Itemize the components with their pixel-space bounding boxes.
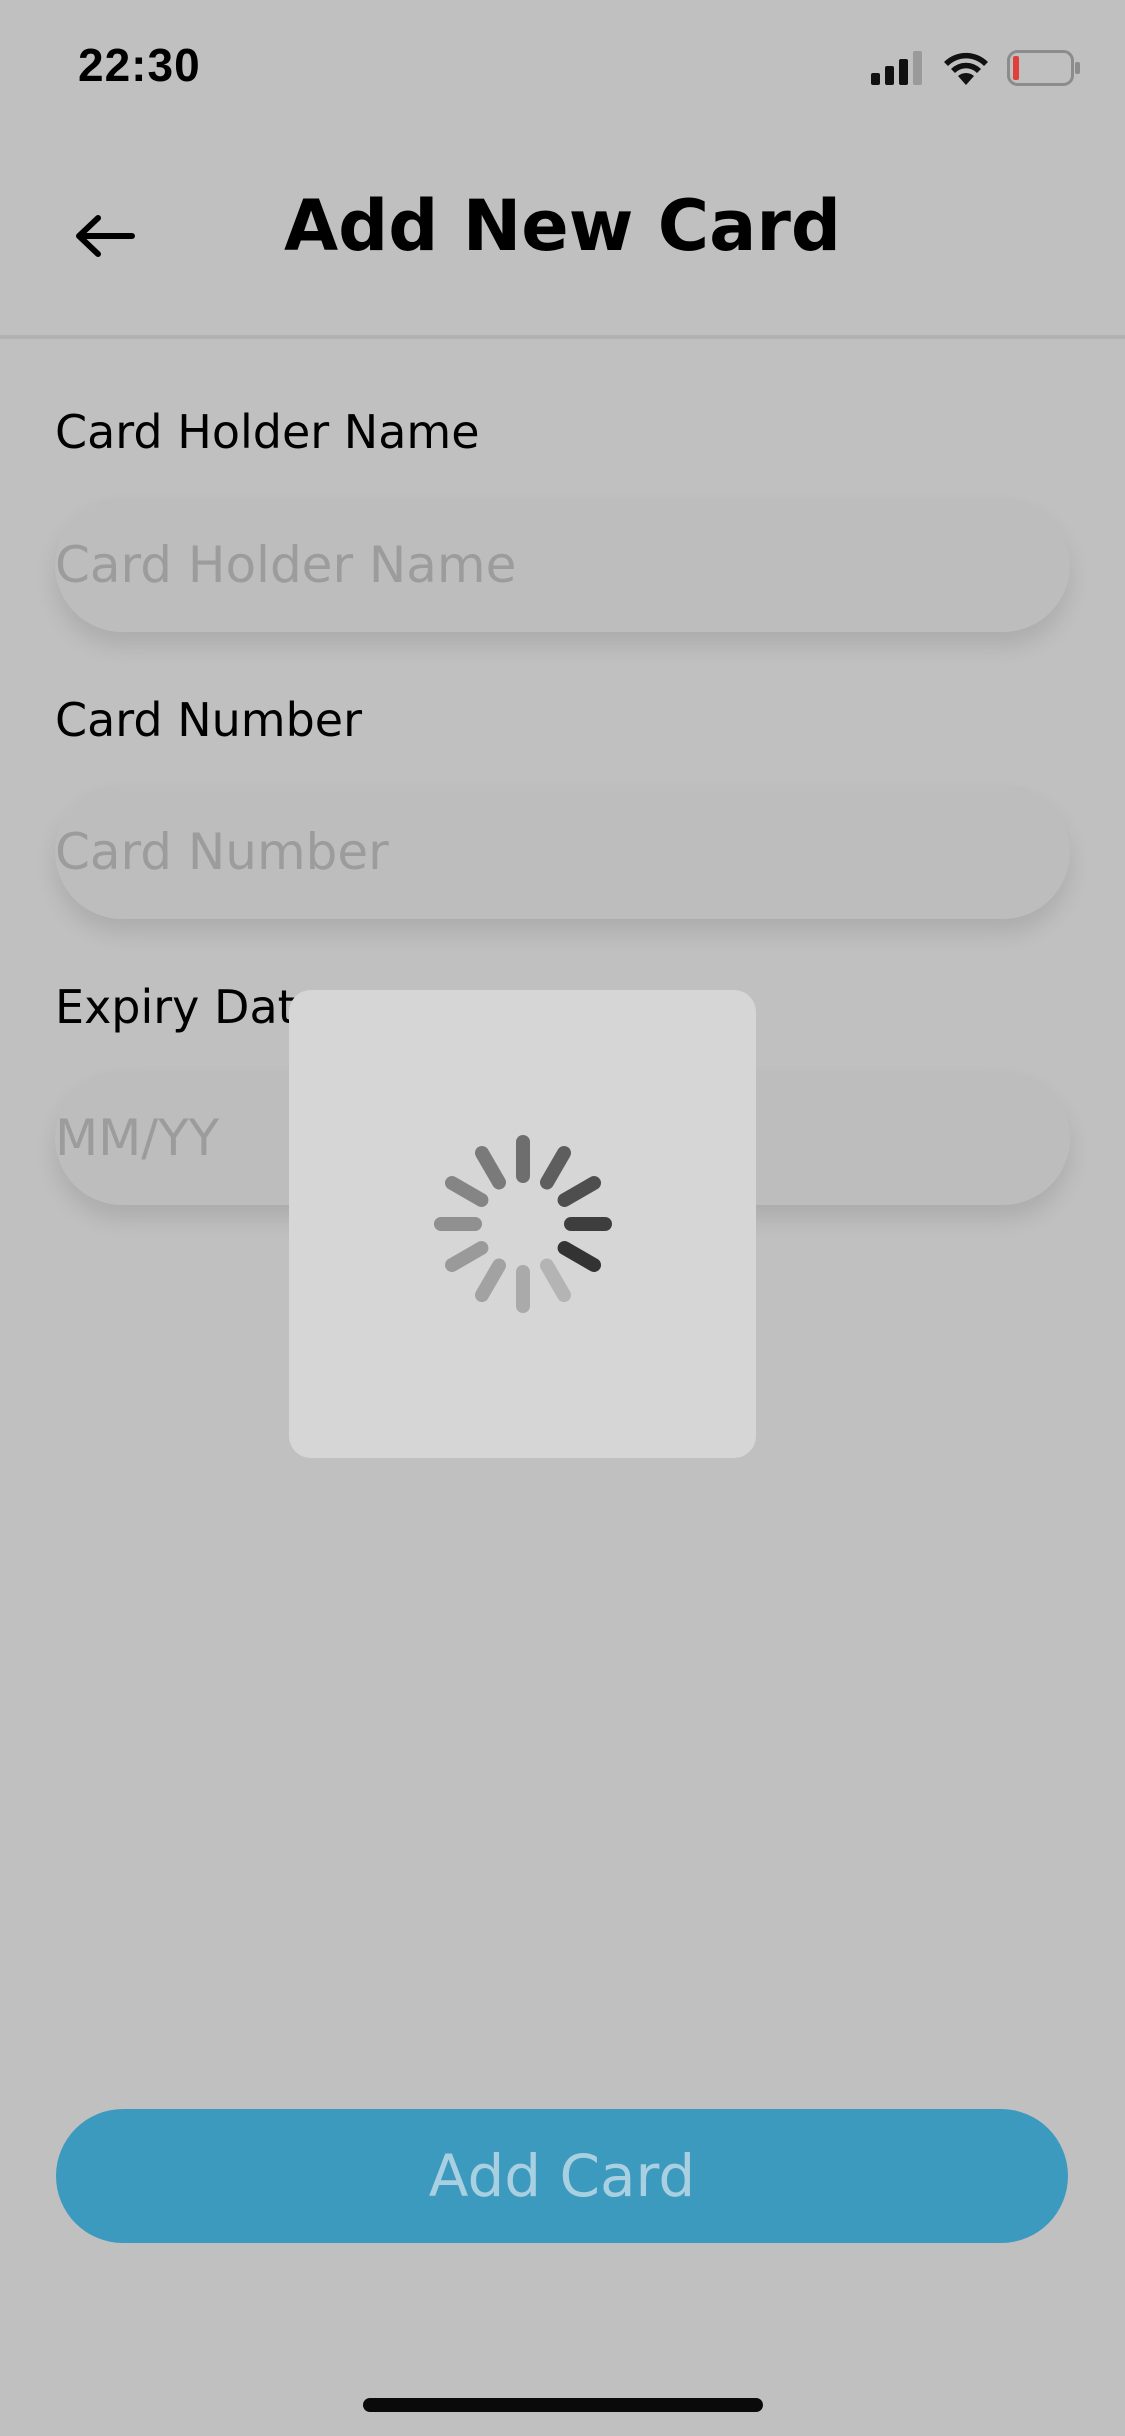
card-number-label: Card Number (55, 693, 363, 747)
card-number-input[interactable] (55, 785, 1070, 919)
status-icons (871, 48, 1081, 88)
page-title: Add New Card (283, 185, 842, 267)
loading-overlay (289, 990, 756, 1458)
status-time: 22:30 (78, 39, 201, 91)
spinner-icon (433, 1135, 612, 1313)
home-indicator (363, 2398, 763, 2412)
header-divider (0, 335, 1125, 339)
cellular-signal-icon (871, 51, 922, 85)
wifi-icon (944, 52, 988, 85)
expiry-date-label: Expiry Date (55, 980, 324, 1034)
card-holder-input[interactable] (55, 498, 1070, 632)
card-holder-label: Card Holder Name (55, 405, 480, 459)
add-card-button[interactable]: Add Card (56, 2109, 1068, 2243)
battery-low-icon (1007, 50, 1080, 86)
